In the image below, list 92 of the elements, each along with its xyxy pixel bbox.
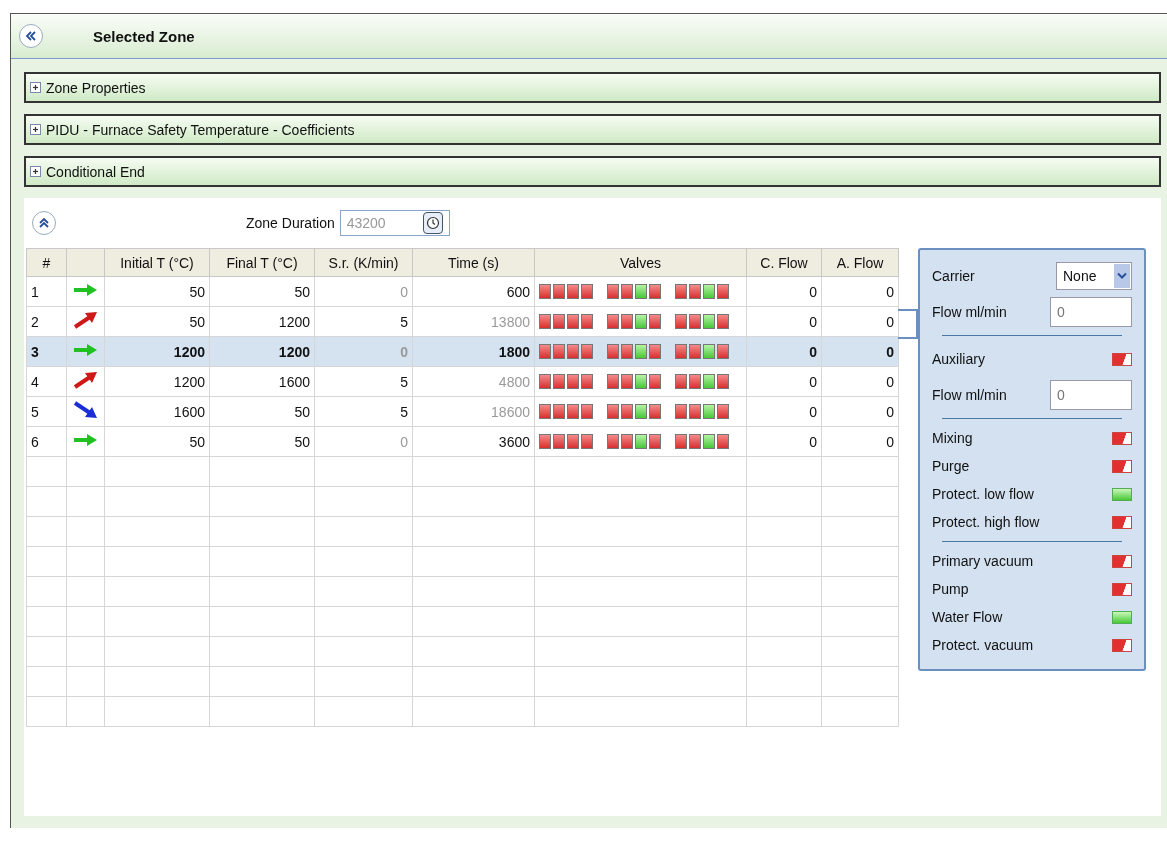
table-cell: 600 <box>412 276 535 307</box>
status-label: Protect. low flow <box>932 486 1034 502</box>
plus-box-icon <box>30 82 41 93</box>
arrow-right-icon <box>72 432 99 448</box>
table-cell: 2 <box>26 306 67 337</box>
column-header: Time (s) <box>412 248 535 277</box>
column-header: Initial T (°C) <box>104 248 210 277</box>
flow-input-field[interactable]: 0 <box>1050 380 1132 410</box>
field-label: Carrier <box>932 268 975 284</box>
arrow-up-right-icon <box>72 311 99 329</box>
table-cell: 1200 <box>104 366 210 397</box>
table-cell: 6 <box>26 426 67 457</box>
status-label: Protect. vacuum <box>932 637 1034 653</box>
carrier-dropdown[interactable]: None <box>1056 262 1132 290</box>
table-row[interactable]: 6 50 50 0 3600 0 0 <box>26 426 899 457</box>
column-header: # <box>26 248 67 277</box>
clock-button[interactable] <box>422 212 443 234</box>
plus-box-icon <box>30 124 41 135</box>
section-header[interactable]: Zone Properties <box>24 72 1161 103</box>
column-header: C. Flow <box>746 248 822 277</box>
table-row[interactable]: 4 1200 1600 5 4800 0 0 <box>26 366 899 397</box>
arrow-up-right-icon <box>72 371 99 389</box>
table-cell: 50 <box>104 306 210 337</box>
table-cell: 0 <box>821 426 899 457</box>
chevron-down-icon <box>1117 272 1127 280</box>
arrow-right-icon <box>72 282 99 298</box>
status-label: Water Flow <box>932 609 1003 625</box>
table-cell: 1600 <box>104 396 210 427</box>
clock-icon <box>425 216 440 230</box>
flow-input-field[interactable]: 0 <box>1050 297 1132 327</box>
table-cell: 1 <box>26 276 67 307</box>
table-cell: 1200 <box>209 336 315 367</box>
table-cell: 3 <box>26 336 67 367</box>
column-header: A. Flow <box>821 248 899 277</box>
arrow-down-right-icon <box>72 401 99 419</box>
table-cell: 1200 <box>209 306 315 337</box>
table-cell: 5 <box>314 366 413 397</box>
table-cell: 0 <box>746 276 822 307</box>
table-cell: 4800 <box>412 366 535 397</box>
table-cell: 0 <box>746 426 822 457</box>
table-cell: 50 <box>209 396 315 427</box>
table-cell: 5 <box>314 396 413 427</box>
section-header[interactable]: Conditional End <box>24 156 1161 187</box>
table-cell: 0 <box>746 306 822 337</box>
column-header: S.r. (K/min) <box>314 248 413 277</box>
table-cell: 0 <box>821 396 899 427</box>
table-cell: 0 <box>314 336 413 367</box>
field-label: Zone Duration <box>246 215 335 231</box>
section-header[interactable]: PIDU - Furnace Safety Temperature - Coefficients <box>24 114 1161 145</box>
table-cell: 3600 <box>412 426 535 457</box>
table-cell: 13800 <box>412 306 535 337</box>
status-label: Protect. high flow <box>932 514 1040 530</box>
arrow-right-icon <box>72 342 99 358</box>
panel-title: Selected Zone <box>93 27 195 45</box>
table-cell: 0 <box>821 306 899 337</box>
table-row[interactable]: 1 50 50 0 600 0 0 <box>26 276 899 307</box>
table-row[interactable]: 2 50 1200 5 13800 0 0 <box>26 306 899 337</box>
table-cell: 1600 <box>209 366 315 397</box>
collapse-up-button[interactable] <box>32 211 56 235</box>
table-row[interactable]: 3 1200 1200 0 1800 0 0 <box>26 336 899 367</box>
table-cell: 0 <box>314 276 413 307</box>
double-chevron-left-icon <box>25 30 37 42</box>
table-cell: 0 <box>821 336 899 367</box>
table-cell: 0 <box>821 366 899 397</box>
table-cell: 1800 <box>412 336 535 367</box>
status-label: Mixing <box>932 430 973 446</box>
table-cell: 50 <box>209 276 315 307</box>
plus-box-icon <box>30 166 41 177</box>
table-cell: 0 <box>746 366 822 397</box>
field-label: Auxiliary <box>932 351 985 367</box>
table-cell: 5 <box>26 396 67 427</box>
table-cell: 0 <box>314 426 413 457</box>
table-cell: 50 <box>104 276 210 307</box>
field-label: Flow ml/min <box>932 304 1007 320</box>
column-header: Valves <box>534 248 747 277</box>
table-row[interactable]: 5 1600 50 5 18600 0 0 <box>26 396 899 427</box>
table-cell: 0 <box>821 276 899 307</box>
collapse-button[interactable] <box>19 24 43 48</box>
table-cell: 1200 <box>104 336 210 367</box>
double-chevron-up-icon <box>38 217 50 229</box>
column-header: Final T (°C) <box>209 248 315 277</box>
table-cell: 5 <box>314 306 413 337</box>
status-label: Primary vacuum <box>932 553 1034 569</box>
table-cell: 50 <box>209 426 315 457</box>
table-cell: 0 <box>746 396 822 427</box>
table-cell: 4 <box>26 366 67 397</box>
status-label: Pump <box>932 581 969 597</box>
table-cell: 0 <box>746 336 822 367</box>
field-label: Flow ml/min <box>932 387 1007 403</box>
table-cell: 50 <box>104 426 210 457</box>
table-cell: 18600 <box>412 396 535 427</box>
status-label: Purge <box>932 458 970 474</box>
